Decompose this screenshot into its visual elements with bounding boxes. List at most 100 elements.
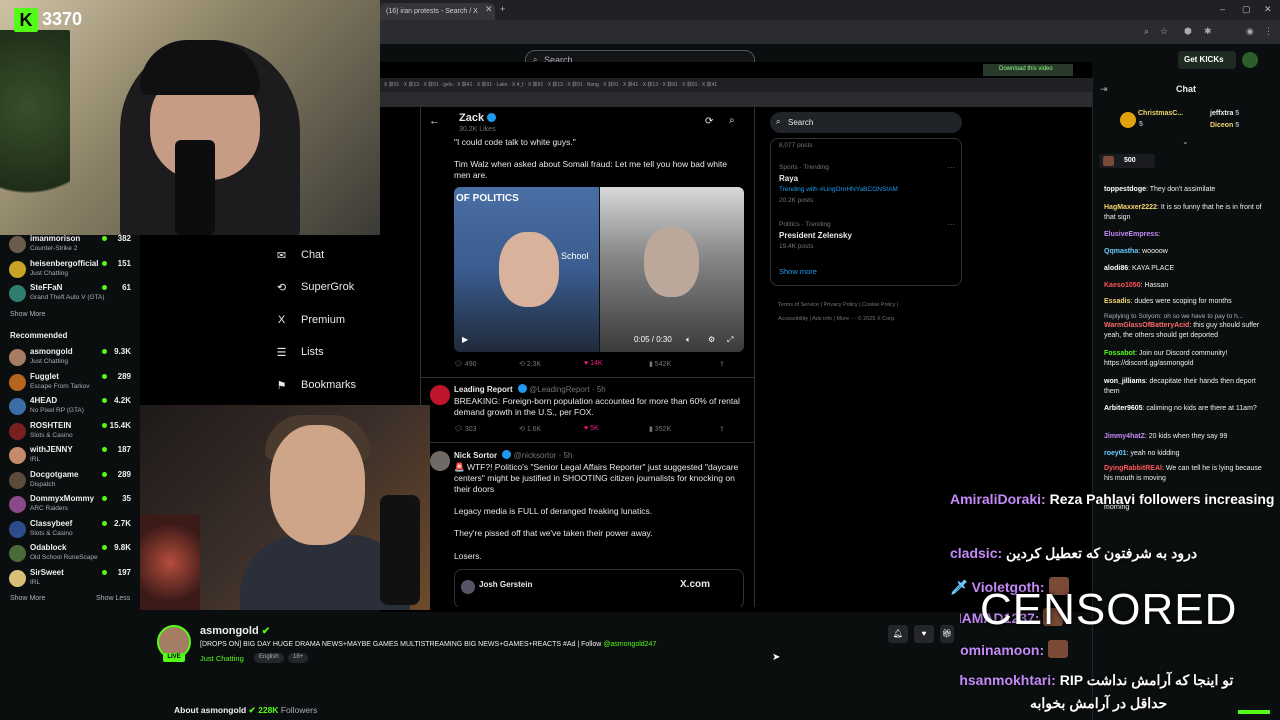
chat-send-bar[interactable] [1238, 710, 1270, 714]
chat-username[interactable]: Jimmy4hatZ [1104, 433, 1145, 440]
download-video-notice[interactable]: Download this video [983, 64, 1073, 76]
post-video[interactable]: OF POLITICS School ▶ 0:05 / 0:30 🔈︎ ⚙ ⤢ [454, 187, 744, 352]
expand-gifts-icon[interactable]: ⌄ [1182, 137, 1189, 146]
chat-username[interactable]: won_jilliams [1104, 378, 1146, 385]
refresh-icon[interactable]: ⟳ [705, 116, 713, 127]
play-icon[interactable]: ▶ [462, 335, 468, 344]
footer-line-1[interactable]: Terms of Service | Privacy Policy | Cook… [778, 298, 968, 312]
tag-pill[interactable]: English [254, 653, 284, 663]
chat-username[interactable]: toppestdoge [1104, 186, 1146, 193]
views-stat[interactable]: ▮ 352K [649, 425, 671, 433]
sidebar-channel-imanmorison[interactable]: imanmorison Counter-Strike 2 382 [9, 234, 137, 256]
footer-line-2[interactable]: Accessibility | Ads info | More ··· © 20… [778, 312, 968, 326]
sidebar-channel-heisenbergofficial[interactable]: heisenbergofficial Just Chatting 151 [9, 259, 137, 281]
tweet3-author[interactable]: Nick Sortor [454, 451, 497, 460]
channel-avatar [9, 349, 26, 366]
window-close-icon[interactable]: ✕ [1264, 4, 1272, 15]
sidebar-channel-classybeef[interactable]: Classybeef Slots & Casino 2.7K [9, 519, 137, 541]
repost-button[interactable]: ⟲ 2.3K [519, 360, 541, 368]
user-avatar[interactable] [1242, 52, 1258, 68]
star-icon[interactable]: ☆ [1160, 26, 1168, 37]
tag-pill[interactable]: 18+ [288, 653, 309, 663]
grok-icon: ⟲ [276, 282, 287, 294]
chat-username[interactable]: Qqmastha [1104, 248, 1138, 255]
trend1-hashtag[interactable]: Trending with #LingOrnHNYaBCONSIAM [779, 186, 898, 193]
puzzle-icon[interactable]: ✱ [1204, 26, 1212, 37]
stream-category[interactable]: Just Chatting [200, 654, 244, 663]
leading-report-avatar[interactable] [430, 385, 450, 405]
repost-button[interactable]: ⟲ 1.6K [519, 425, 541, 433]
show-more-link[interactable]: Show More [10, 595, 45, 602]
show-more-link[interactable]: Show More [10, 311, 45, 318]
overlay-user: cladsic: [950, 545, 1003, 561]
gift-user-1[interactable]: ChristmasC... [1138, 110, 1183, 117]
sidebar-channel-roshtein[interactable]: ROSHTEIN Slots & Casino 15.4K [9, 421, 137, 443]
volume-icon[interactable]: 🔈︎ [686, 335, 691, 345]
chat-username[interactable]: Essadis [1104, 298, 1130, 305]
settings-gear-icon[interactable]: ⚙ [708, 335, 715, 344]
nick-sortor-avatar[interactable] [430, 451, 450, 471]
gift-user-2[interactable]: jeffxtra 5 [1210, 110, 1239, 117]
chat-username[interactable]: Kaeso1050 [1104, 282, 1141, 289]
sidebar-channel-4head[interactable]: 4HEAD No Pixel RP (GTA) 4.2K [9, 396, 137, 418]
tab-close-icon[interactable]: ✕ [485, 4, 493, 15]
search-icon[interactable]: ⌕ [729, 115, 735, 126]
chat-username[interactable]: Fossabot [1104, 350, 1135, 357]
sidebar-channel-dommyxmommy[interactable]: DommyxMommy ARC Raiders 35 [9, 494, 137, 516]
follow-heart-icon[interactable]: ♥ [914, 625, 934, 643]
sidebar-channel-withjenny[interactable]: withJENNY IRL 187 [9, 445, 137, 467]
like-button[interactable]: ♥ 14K [584, 360, 603, 367]
chat-username[interactable]: Arbiter9605 [1104, 405, 1143, 412]
minimize-icon[interactable]: – [1220, 4, 1225, 14]
notification-bell-icon[interactable]: 🔔︎ [888, 625, 908, 643]
new-tab-icon[interactable]: + [500, 4, 505, 14]
chat-username[interactable]: roey01 [1104, 450, 1127, 457]
streamer-name[interactable]: asmongold ✔ [200, 625, 270, 637]
chat-username[interactable]: alodi86 [1104, 265, 1128, 272]
menu-icon[interactable]: ⋮ [1264, 26, 1273, 37]
kick-logo-icon[interactable]: K [14, 8, 38, 32]
share-icon[interactable]: ⇪ [719, 425, 725, 433]
gift-user-3[interactable]: Diceon 5 [1210, 122, 1239, 129]
browser-tab[interactable]: (16) iran protests - Search / X [380, 3, 495, 20]
chat-username[interactable]: HagMaxxer2222 [1104, 204, 1157, 211]
gift-icon[interactable]: 🎁︎ [940, 625, 954, 643]
pinned-gift[interactable]: 500 [1099, 154, 1155, 168]
x-search-input[interactable]: ⌕ Search [770, 112, 962, 133]
stream-title-link[interactable]: @asmongold247 [603, 641, 656, 648]
tweet2-author[interactable]: Leading Report [454, 385, 513, 394]
post-author[interactable]: Zack [459, 112, 497, 124]
trend1-name[interactable]: Raya [779, 174, 798, 183]
sidebar-channel-fugglet[interactable]: Fugglet Escape From Tarkov 289 [9, 372, 137, 394]
reply-button[interactable]: 💬︎ 303 [454, 425, 477, 433]
extension-icon[interactable]: ⬢ [1184, 26, 1192, 37]
sidebar-channel-odablock[interactable]: Odablock Old School RuneScape 9.8K [9, 543, 137, 565]
get-kicks-button[interactable]: Get KICKs [1178, 51, 1236, 69]
collapse-chat-icon[interactable]: ⇥ [1100, 84, 1108, 95]
back-arrow-icon[interactable]: ← [429, 115, 440, 127]
profile-icon[interactable]: ◉ [1246, 26, 1254, 37]
more-options-icon[interactable]: ··· [947, 220, 955, 229]
like-button[interactable]: ♥ 5K [584, 425, 599, 432]
sidebar-channel-sirsweet[interactable]: SirSweet IRL 197 [9, 568, 137, 590]
more-options-icon[interactable]: ··· [947, 163, 955, 172]
maximize-icon[interactable]: ▢ [1242, 4, 1251, 15]
chat-username[interactable]: WarmGlassOfBatteryAcid [1104, 322, 1189, 329]
channel-category: Dispatch [30, 480, 56, 488]
fullscreen-icon[interactable]: ⤢ [727, 335, 733, 345]
trends-show-more[interactable]: Show more [779, 267, 817, 276]
share-icon[interactable]: ⇪ [719, 360, 725, 368]
trend2-name[interactable]: President Zelensky [779, 231, 852, 240]
chat-username[interactable]: ElusiveEmpress [1104, 231, 1158, 238]
embedded-post-card[interactable]: Josh Gerstein X.com [454, 569, 744, 607]
views-stat[interactable]: ▮ 542K [649, 360, 671, 368]
show-less-link[interactable]: Show Less [96, 595, 130, 602]
sidebar-channel-asmongold[interactable]: asmongold Just Chatting 9.3K [9, 347, 137, 369]
channel-avatar [9, 398, 26, 415]
sidebar-channel-steffan[interactable]: SteFFaN Grand Theft Auto V (GTA) 61 [9, 283, 137, 305]
chat-message: Qqmastha: woooow [1104, 248, 1168, 255]
reply-button[interactable]: 💬︎ 490 [454, 360, 477, 368]
sidebar-channel-docgotgame[interactable]: Docgotgame Dispatch 289 [9, 470, 137, 492]
zoom-icon[interactable]: ⌕ [1144, 26, 1149, 37]
chat-username[interactable]: DyingRabbitREAl [1104, 465, 1162, 472]
